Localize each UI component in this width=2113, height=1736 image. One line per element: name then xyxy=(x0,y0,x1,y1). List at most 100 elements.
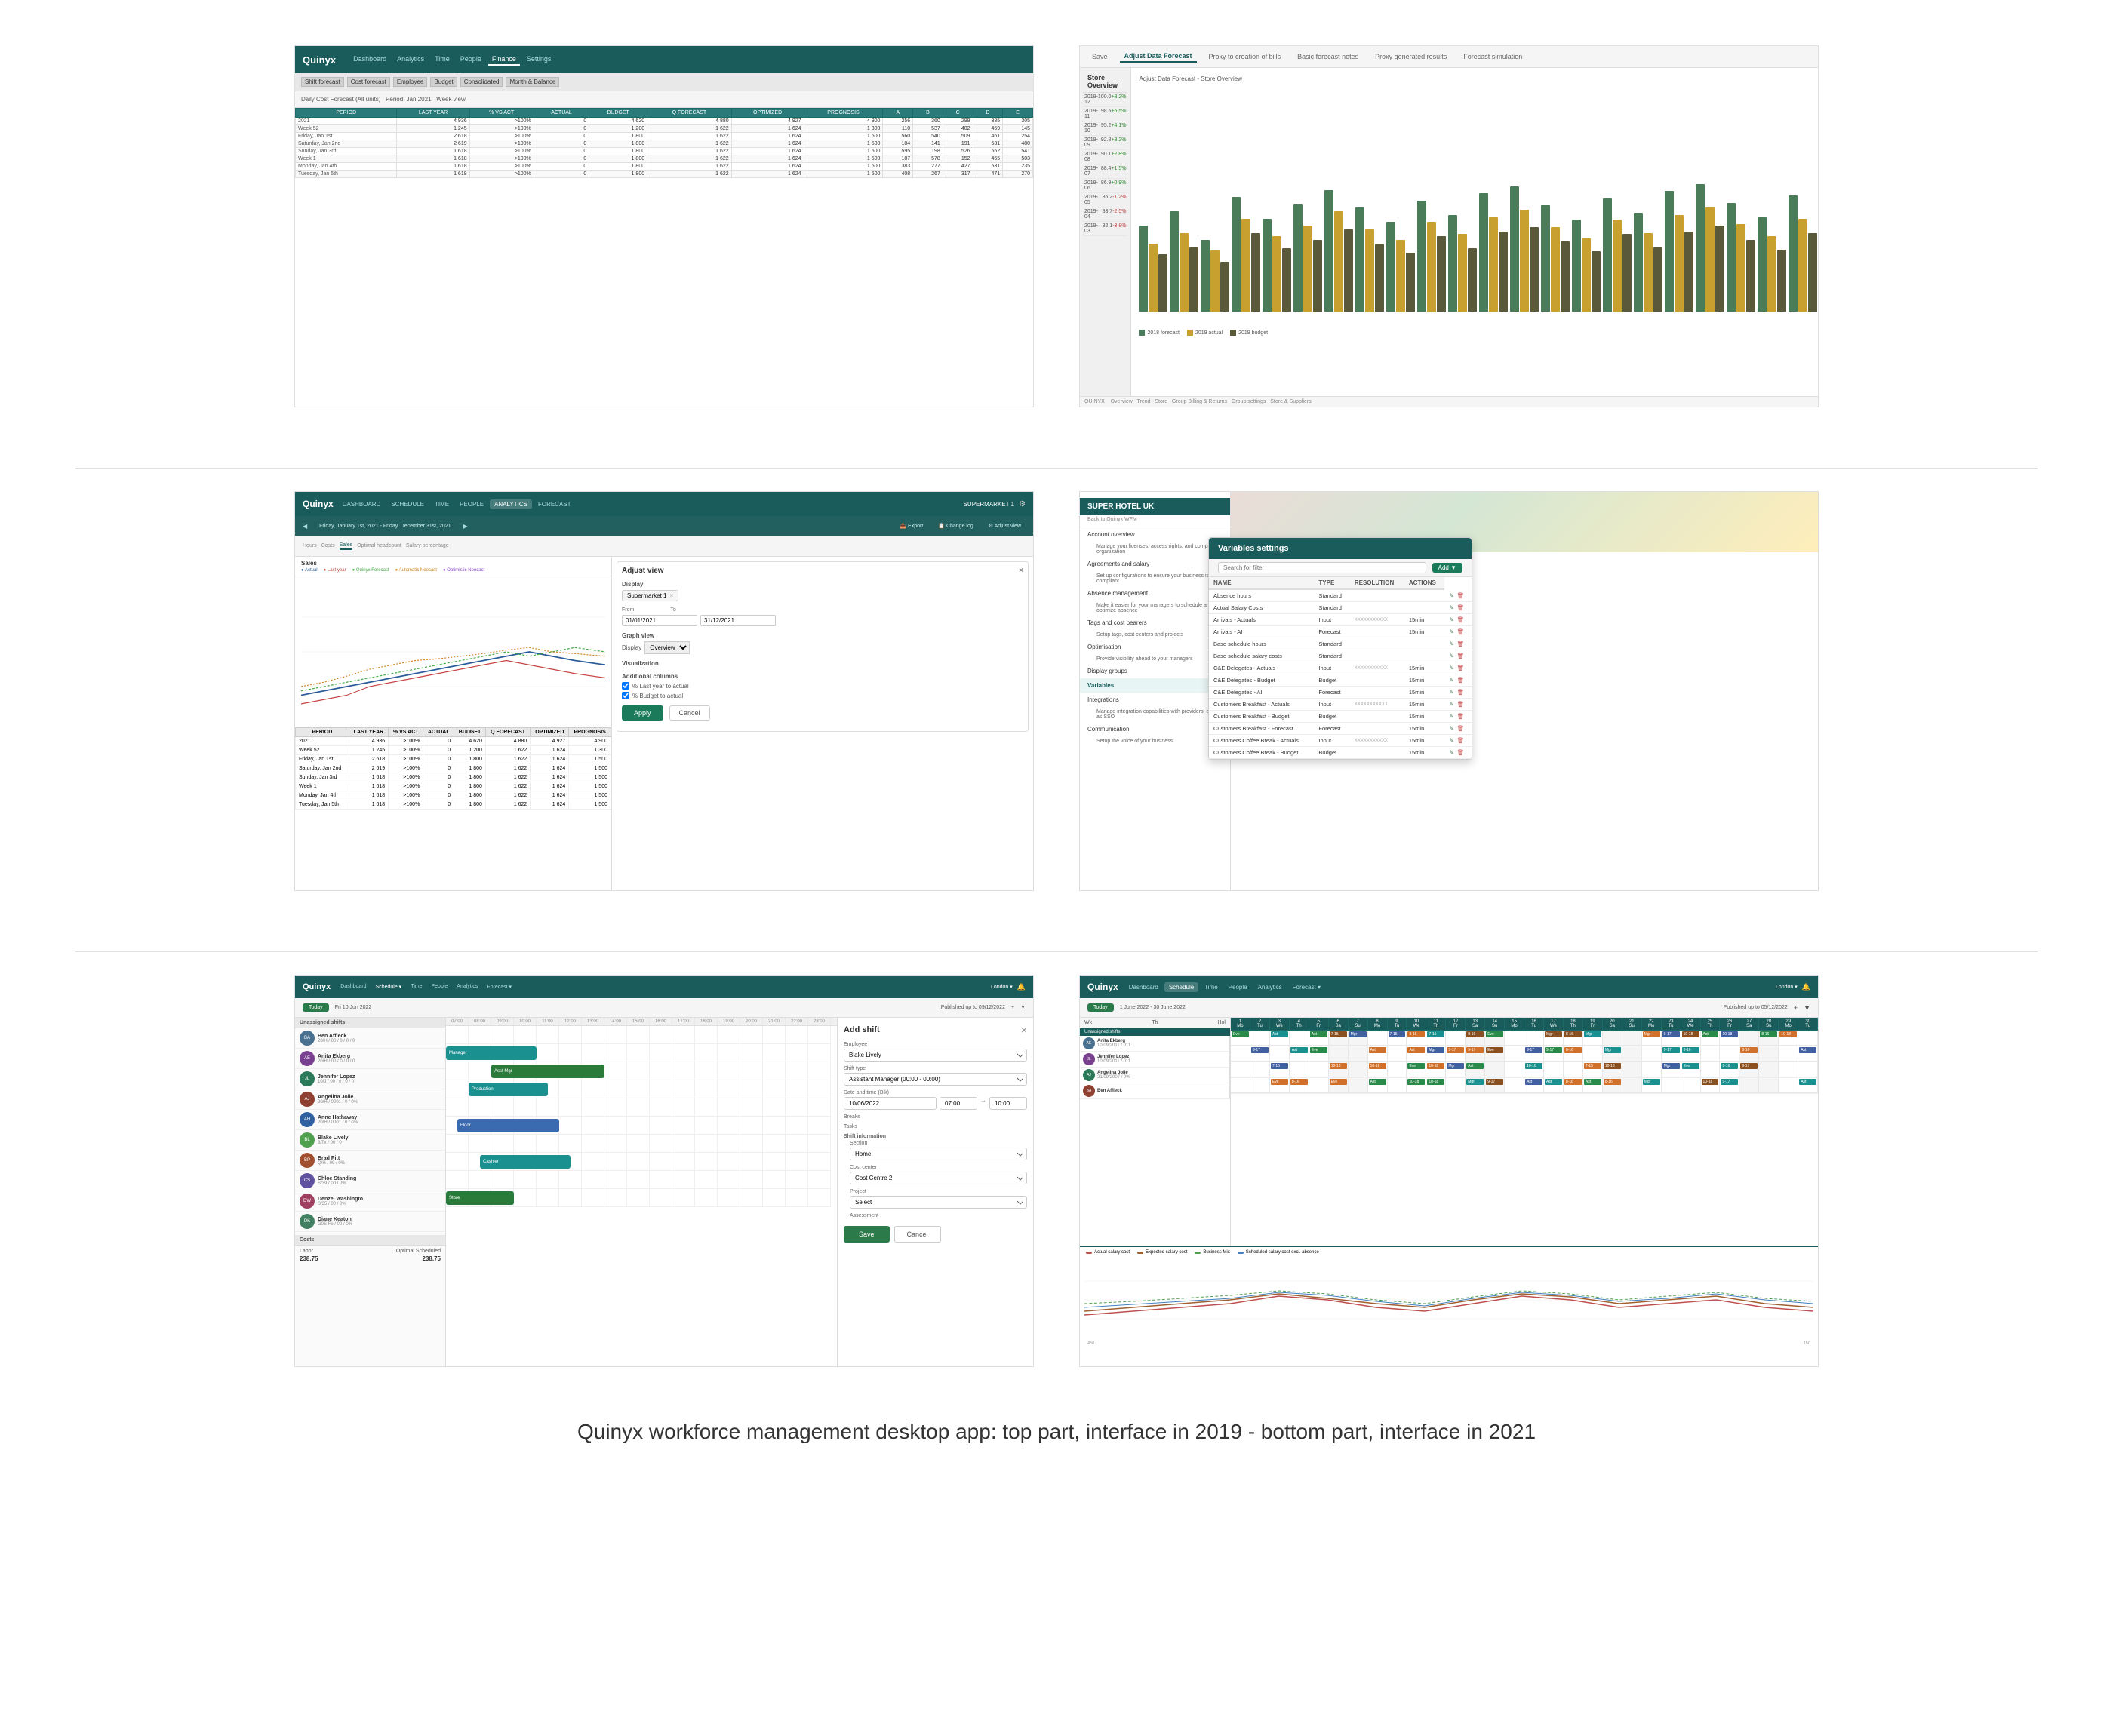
btn-cost-forecast[interactable]: Cost forecast xyxy=(347,77,390,87)
ss6-chip-1-30[interactable]: Ast xyxy=(1799,1047,1816,1053)
ss6-cal-cell-2-18[interactable] xyxy=(1564,1062,1583,1077)
ss2-tab-proxy[interactable]: Proxy to creation of bills xyxy=(1204,51,1286,62)
ss6-chip-2-13[interactable]: Ast xyxy=(1466,1063,1484,1069)
vo-delete-icon[interactable]: 🗑 xyxy=(1457,616,1465,623)
ss6-chip-1-27[interactable]: 8-16 xyxy=(1740,1047,1758,1053)
ss6-chip-0-29[interactable]: 10-18 xyxy=(1779,1031,1797,1037)
ss6-cal-cell-2-9[interactable] xyxy=(1388,1062,1407,1077)
ss6-cal-cell-2-1[interactable] xyxy=(1231,1062,1250,1077)
ss6-chip-1-5[interactable]: Eve xyxy=(1310,1047,1327,1053)
ss6-chip-1-13[interactable]: 9-17 xyxy=(1466,1047,1484,1053)
ss6-chip-1-24[interactable]: 8-16 xyxy=(1682,1047,1699,1053)
ss6-chip-1-11[interactable]: Mgr xyxy=(1427,1047,1444,1053)
ss6-emp-row-0[interactable]: AE Anita Ekberg 10/09/2011 / 011 xyxy=(1080,1036,1230,1052)
ss5-emp-row-8[interactable]: DW Denzel Washingto S/35 / 00 / 0% xyxy=(295,1191,445,1212)
ss6-cal-cell-3-7[interactable] xyxy=(1349,1078,1368,1093)
vo-delete-icon[interactable]: 🗑 xyxy=(1457,677,1465,684)
ss6-cal-cell-0-15[interactable] xyxy=(1505,1031,1524,1046)
ss6-cal-cell-3-19[interactable]: Ast xyxy=(1583,1078,1603,1093)
ss6-cal-cell-2-5[interactable] xyxy=(1309,1062,1329,1077)
ss6-nav-analytics[interactable]: Analytics xyxy=(1253,982,1287,992)
nav-dashboard[interactable]: Dashboard xyxy=(349,54,390,66)
ss6-chip-0-24[interactable]: 10-18 xyxy=(1682,1031,1699,1037)
vo-delete-icon[interactable]: 🗑 xyxy=(1457,592,1465,599)
ss6-chip-3-18[interactable]: 8-16 xyxy=(1564,1079,1582,1085)
ss6-cal-cell-1-6[interactable] xyxy=(1329,1046,1349,1062)
ss6-chip-3-26[interactable]: 9-17 xyxy=(1721,1079,1738,1085)
ss6-nav-time[interactable]: Time xyxy=(1200,982,1222,992)
av-supermarket-field[interactable]: Supermarket 1 × xyxy=(622,590,678,601)
vo-edit-icon[interactable]: ✎ xyxy=(1449,677,1453,684)
ss6-chip-0-23[interactable]: 9-17 xyxy=(1662,1031,1680,1037)
ss6-cal-cell-1-17[interactable]: 9-17 xyxy=(1544,1046,1564,1062)
ss5-emp-row-5[interactable]: BL Blake Lively 8/Tx / 00 / 0 xyxy=(295,1130,445,1151)
asp-date-value[interactable]: 10/06/2022 xyxy=(844,1097,937,1110)
ss6-cal-cell-0-6[interactable]: 7-15 xyxy=(1329,1031,1349,1046)
ss6-cal-cell-1-28[interactable] xyxy=(1759,1046,1779,1062)
ss6-chip-2-20[interactable]: 10-18 xyxy=(1604,1063,1621,1069)
vo-edit-icon[interactable]: ✎ xyxy=(1449,725,1453,732)
ss6-cal-cell-1-20[interactable]: Mgr xyxy=(1603,1046,1622,1062)
ss6-chip-3-25[interactable]: 10-18 xyxy=(1702,1079,1719,1085)
ss6-emp-row-3[interactable]: BA Ben Affleck xyxy=(1080,1083,1230,1099)
nav-time[interactable]: Time xyxy=(431,54,454,66)
asp-employee-select[interactable]: Blake Lively xyxy=(844,1049,1027,1062)
asp-project-select[interactable]: Select xyxy=(850,1196,1027,1209)
vo-actions-0[interactable]: ✎🗑 xyxy=(1444,589,1472,602)
ss6-cal-cell-1-30[interactable]: Ast xyxy=(1798,1046,1818,1062)
ss6-chip-2-16[interactable]: 10-18 xyxy=(1525,1063,1542,1069)
ss6-cal-cell-2-10[interactable]: Eve xyxy=(1407,1062,1426,1077)
ss6-chip-1-10[interactable]: Ast xyxy=(1407,1047,1425,1053)
ss6-cal-cell-2-24[interactable]: Eve xyxy=(1681,1062,1701,1077)
vo-edit-icon[interactable]: ✎ xyxy=(1449,628,1453,635)
ss6-cal-cell-0-16[interactable] xyxy=(1524,1031,1544,1046)
ss6-cal-cell-3-3[interactable]: Eve xyxy=(1270,1078,1290,1093)
ss3-tab-hours[interactable]: Hours xyxy=(303,543,317,548)
nav-people[interactable]: People xyxy=(457,54,485,66)
ss3-adjustview-btn[interactable]: ⚙ Adjust view xyxy=(984,521,1026,530)
ss6-chip-3-14[interactable]: 9-17 xyxy=(1486,1079,1503,1085)
ss5-nav-dashboard[interactable]: Dashboard xyxy=(337,982,370,991)
ss6-cal-cell-2-14[interactable] xyxy=(1485,1062,1505,1077)
vo-actions-12[interactable]: ✎🗑 xyxy=(1444,735,1472,747)
ss3-tab-costs[interactable]: Costs xyxy=(321,543,335,548)
ss3-changelog-btn[interactable]: 📋 Change log xyxy=(933,521,977,530)
ss6-nav-forecast[interactable]: Forecast ▾ xyxy=(1288,982,1325,992)
vo-edit-icon[interactable]: ✎ xyxy=(1449,737,1453,744)
ss6-location-label[interactable]: London ▾ xyxy=(1776,984,1798,990)
ss6-cal-cell-2-26[interactable]: 8-16 xyxy=(1720,1062,1739,1077)
ss6-cal-cell-1-25[interactable] xyxy=(1701,1046,1721,1062)
ss6-cal-cell-1-19[interactable] xyxy=(1583,1046,1603,1062)
ss6-cal-cell-1-3[interactable] xyxy=(1270,1046,1290,1062)
ss5-nav-forecast[interactable]: Forecast ▾ xyxy=(483,982,515,991)
ss6-chip-3-10[interactable]: 10-18 xyxy=(1407,1079,1425,1085)
ss6-cal-cell-3-17[interactable]: Ast xyxy=(1544,1078,1564,1093)
ss6-chip-0-19[interactable]: Mgr xyxy=(1584,1031,1601,1037)
ss4-back-link[interactable]: Back to Quinyx WFM xyxy=(1080,515,1230,527)
ss6-cal-cell-1-18[interactable]: 8-16 xyxy=(1564,1046,1583,1062)
ss6-cal-cell-0-30[interactable] xyxy=(1798,1031,1818,1046)
ss3-store-name[interactable]: SUPERMARKET 1 xyxy=(964,501,1014,508)
ss5-emp-row-0[interactable]: BA Ben Affleck 20/H / 00 / 0 / 0 / 0 xyxy=(295,1028,445,1049)
ss6-cal-cell-3-18[interactable]: 8-16 xyxy=(1564,1078,1583,1093)
btn-employee[interactable]: Employee xyxy=(393,77,428,87)
ss6-cal-cell-1-1[interactable] xyxy=(1231,1046,1250,1062)
ss6-cal-cell-0-29[interactable]: 10-18 xyxy=(1779,1031,1798,1046)
ss6-cal-cell-1-26[interactable] xyxy=(1720,1046,1739,1062)
ss6-emp-row-2[interactable]: AJ Angelina Jolie 21/09/2007 / 0% xyxy=(1080,1068,1230,1083)
ss6-cal-cell-0-21[interactable] xyxy=(1622,1031,1642,1046)
asp-end-time[interactable]: 10:00 xyxy=(989,1097,1027,1110)
vo-actions-6[interactable]: ✎🗑 xyxy=(1444,662,1472,674)
ss6-cal-cell-3-24[interactable] xyxy=(1681,1078,1701,1093)
ss5-nav-schedule[interactable]: Schedule ▾ xyxy=(372,982,406,991)
adjust-view-close[interactable]: × xyxy=(1019,567,1023,575)
ss6-cal-cell-3-22[interactable]: Mgr xyxy=(1642,1078,1662,1093)
ss6-chip-3-17[interactable]: Ast xyxy=(1545,1079,1562,1085)
ss6-chip-1-12[interactable]: 9-17 xyxy=(1447,1047,1464,1053)
ss5-add-shift-icon[interactable]: + xyxy=(1011,1005,1014,1010)
ss6-chip-0-7[interactable]: Mgr xyxy=(1349,1031,1367,1037)
ss6-cal-cell-3-29[interactable] xyxy=(1779,1078,1798,1093)
ss3-export-btn[interactable]: 📤 Export xyxy=(895,521,927,530)
ss6-cal-cell-3-25[interactable]: 10-18 xyxy=(1701,1078,1721,1093)
nav-finance[interactable]: Finance xyxy=(488,54,520,66)
